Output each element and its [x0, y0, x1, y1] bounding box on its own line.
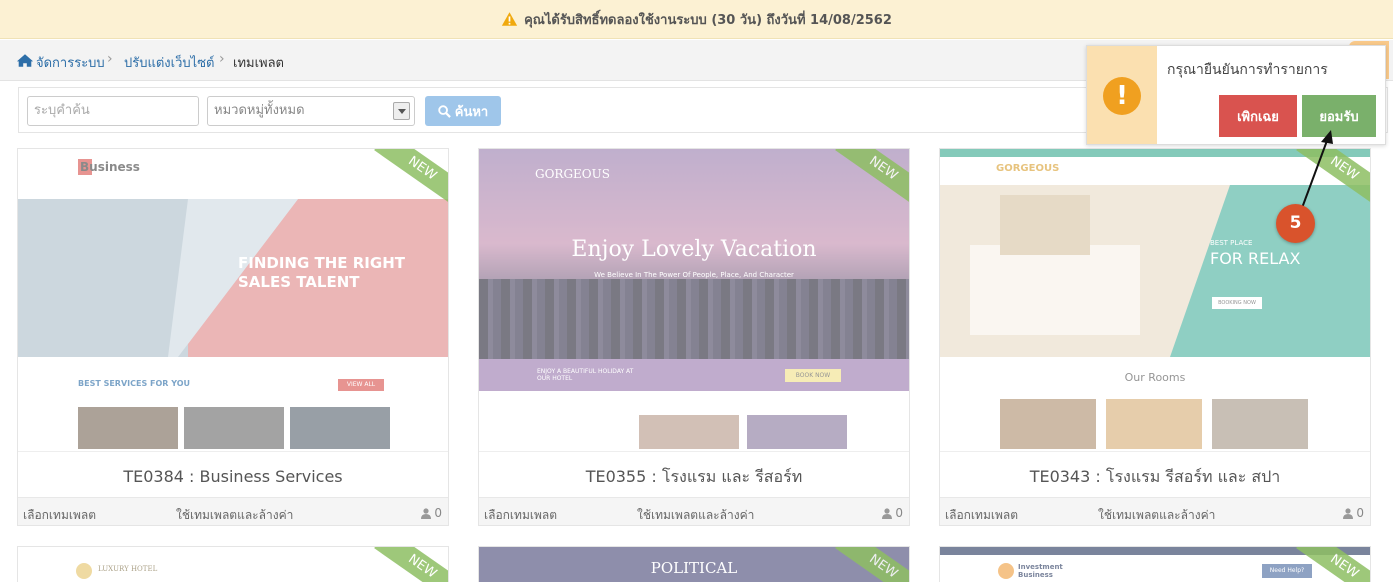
preview-cta: VIEW ALL	[338, 379, 384, 391]
warning-icon	[501, 12, 518, 26]
annotation-arrow	[1301, 130, 1333, 209]
template-footer: เลือกเทมเพลต ใช้เทมเพลตและล้างค่า 0	[479, 497, 909, 525]
breadcrumb-separator: ›	[219, 51, 225, 67]
usage-count: 0	[882, 506, 903, 520]
preview-brand: Investment Business	[1018, 563, 1063, 579]
preview-subheadline: We Believe In The Power Of People, Place…	[594, 271, 794, 279]
preview-brand: GORGEOUS	[535, 167, 610, 181]
popup-message: กรุณายืนยันการทำรายการ	[1167, 62, 1328, 78]
breadcrumb-templates: เทมเพลต	[233, 56, 285, 71]
breadcrumb-system[interactable]: จัดการระบบ	[36, 52, 105, 73]
template-title: TE0384 : Business Services	[18, 451, 448, 497]
usage-count: 0	[421, 506, 442, 520]
step-marker: 5	[1276, 204, 1315, 243]
template-footer: เลือกเทมเพลต ใช้เทมเพลตและล้างค่า 0	[18, 497, 448, 525]
template-card[interactable]: POLITICAL NEW	[478, 546, 910, 582]
select-template-link[interactable]: เลือกเทมเพลต	[23, 506, 96, 525]
search-input[interactable]: ระบุคำค้น	[27, 96, 199, 126]
user-icon	[882, 507, 893, 519]
preview-cta: BOOK NOW	[785, 369, 841, 382]
preview-brand: Business	[80, 160, 140, 174]
preview-section: BEST SERVICES FOR YOU	[78, 379, 191, 388]
chevron-down-icon[interactable]	[393, 102, 410, 120]
search-button[interactable]: ค้นหา	[425, 96, 501, 126]
user-icon	[421, 507, 432, 519]
template-title: TE0343 : โรงแรม รีสอร์ท และ สปา	[940, 451, 1370, 497]
template-footer: เลือกเทมเพลต ใช้เทมเพลตและล้างค่า 0	[940, 497, 1370, 525]
confirm-popup: ! กรุณายืนยันการทำรายการ เพิกเฉย ยอมรับ	[1086, 45, 1386, 145]
breadcrumb-website[interactable]: ปรับแต่งเว็บไซต์	[124, 52, 214, 73]
usage-count: 0	[1343, 506, 1364, 520]
preview-headline: Enjoy Lovely Vacation	[571, 237, 817, 262]
select-template-link[interactable]: เลือกเทมเพลต	[484, 506, 557, 525]
category-select[interactable]: หมวดหมู่ทั้งหมด	[207, 96, 415, 126]
preview-cta: Need Help?	[1262, 564, 1312, 578]
preview-section: Our Rooms	[1124, 371, 1186, 384]
preview-headline: FINDING THE RIGHT SALES TALENT	[238, 254, 405, 291]
template-card[interactable]: Business FINDING THE RIGHT SALES TALENT B…	[17, 148, 449, 526]
preview-subheadline: BEST PLACE	[1210, 239, 1253, 247]
template-card[interactable]: Investment Business Need Help? NEW	[939, 546, 1371, 582]
breadcrumb-separator: ›	[107, 51, 113, 67]
user-icon	[1343, 507, 1354, 519]
template-title: TE0355 : โรงแรม และ รีสอร์ท	[479, 451, 909, 497]
ignore-button[interactable]: เพิกเฉย	[1219, 95, 1297, 137]
home-icon[interactable]	[16, 53, 34, 68]
exclamation-icon: !	[1103, 77, 1141, 115]
preview-brand: POLITICAL	[650, 559, 738, 577]
category-select-value: หมวดหมู่ทั้งหมด	[214, 103, 305, 118]
use-template-reset-link[interactable]: ใช้เทมเพลตและล้างค่า	[176, 506, 293, 525]
trial-banner: คุณได้รับสิทธิ์ทดลองใช้งานระบบ (30 วัน) …	[0, 0, 1393, 39]
preview-brand: LUXURY HOTEL	[98, 565, 158, 573]
preview-section: ENJOY A BEAUTIFUL HOLIDAY AT OUR HOTEL	[537, 368, 634, 382]
preview-cta: BOOKING NOW	[1212, 297, 1262, 309]
search-icon	[438, 104, 451, 118]
template-card[interactable]: LUXURY HOTEL NEW	[17, 546, 449, 582]
template-card[interactable]: GORGEOUS Enjoy Lovely Vacation We Believ…	[478, 148, 910, 526]
use-template-reset-link[interactable]: ใช้เทมเพลตและล้างค่า	[1098, 506, 1215, 525]
preview-brand: GORGEOUS	[996, 163, 1060, 174]
use-template-reset-link[interactable]: ใช้เทมเพลตและล้างค่า	[637, 506, 754, 525]
trial-banner-text: คุณได้รับสิทธิ์ทดลองใช้งานระบบ (30 วัน) …	[524, 12, 892, 28]
select-template-link[interactable]: เลือกเทมเพลต	[945, 506, 1018, 525]
popup-icon-panel: !	[1087, 46, 1157, 144]
template-preview[interactable]: GORGEOUS Enjoy Lovely Vacation We Believ…	[479, 149, 909, 449]
template-preview[interactable]: Business FINDING THE RIGHT SALES TALENT B…	[18, 149, 448, 449]
preview-headline: FOR RELAX	[1210, 249, 1301, 268]
